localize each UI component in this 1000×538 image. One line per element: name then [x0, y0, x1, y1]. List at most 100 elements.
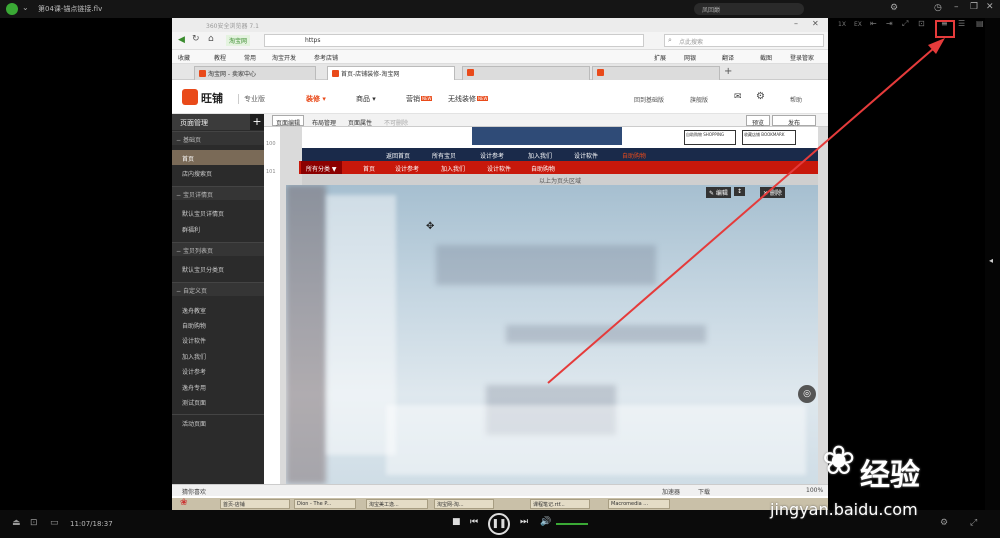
- taskbar-item[interactable]: 课程笔记.rtf...: [530, 499, 590, 509]
- restore-icon[interactable]: ❐: [970, 2, 978, 12]
- start-icon[interactable]: ❀: [180, 498, 188, 508]
- nav-mobile[interactable]: 无线装修 NEW: [448, 94, 489, 104]
- bank-button[interactable]: 网银: [684, 53, 696, 62]
- preview-button[interactable]: 预览: [746, 115, 771, 127]
- nav-marketing[interactable]: 营销 NEW: [406, 94, 433, 104]
- sidebar-item[interactable]: 自助购物: [172, 317, 264, 332]
- taskbar-item[interactable]: Macromedia ...: [608, 499, 670, 509]
- tab-blurred[interactable]: [592, 66, 720, 80]
- eject-icon[interactable]: ⏏: [12, 518, 21, 528]
- sidebar-item[interactable]: 设计软件: [172, 332, 264, 347]
- red-nav-link[interactable]: 设计参考: [395, 164, 419, 173]
- url-input[interactable]: https: [264, 34, 644, 47]
- toolbar-icon[interactable]: EX: [854, 21, 862, 28]
- tab-blurred[interactable]: [462, 66, 590, 80]
- new-tab-icon[interactable]: +: [724, 66, 732, 77]
- mail-icon[interactable]: ✉: [734, 92, 742, 102]
- player-search-input[interactable]: 凤回巅: [694, 3, 804, 15]
- sidebar-item[interactable]: 店内搜索页: [172, 165, 264, 180]
- minimize-icon[interactable]: –: [794, 19, 798, 28]
- sidebar-item-home[interactable]: 首页: [172, 150, 264, 165]
- guess-like-label[interactable]: 猜你喜欢: [182, 487, 206, 496]
- search-input[interactable]: ⌕ 点此搜索: [664, 34, 824, 47]
- navy-link[interactable]: 返回首页: [386, 151, 410, 160]
- red-nav-link[interactable]: 首页: [363, 164, 375, 173]
- taskbar-item[interactable]: Dion - The P...: [294, 499, 356, 509]
- navy-link[interactable]: 加入我们: [528, 151, 552, 160]
- fav-item[interactable]: 参考店铺: [314, 53, 338, 62]
- list-icon[interactable]: ▤: [976, 19, 984, 28]
- pause-button[interactable]: ❚❚: [488, 513, 510, 535]
- skin-icon[interactable]: ⚙: [890, 3, 898, 13]
- toolbar-icon[interactable]: ⤢: [902, 19, 908, 29]
- screen-icon[interactable]: ⊡: [30, 518, 38, 528]
- nav-decorate[interactable]: 装修 ▾: [306, 94, 326, 104]
- navy-link[interactable]: 设计参考: [480, 151, 504, 160]
- edit-module-button[interactable]: ✎ 编辑: [706, 187, 731, 198]
- translate-button[interactable]: 翻译: [722, 53, 734, 62]
- extension-button[interactable]: 扩展: [654, 53, 666, 62]
- tab-seller-center[interactable]: 淘宝网 - 卖家中心: [194, 66, 316, 80]
- navy-link[interactable]: 所有宝贝: [432, 151, 456, 160]
- sidebar-item[interactable]: 设计参考: [172, 363, 264, 378]
- add-page-button[interactable]: +: [250, 114, 264, 130]
- close-icon[interactable]: ✕: [986, 2, 994, 12]
- chevron-down-icon[interactable]: ⌄: [22, 3, 29, 12]
- toolbar-icon[interactable]: ⊡: [918, 19, 925, 28]
- move-icon[interactable]: ↕: [734, 187, 746, 196]
- tab-page-props[interactable]: 页面属性: [344, 115, 376, 127]
- fav-item[interactable]: 淘宝开发: [272, 53, 296, 62]
- sidebar-group[interactable]: − 宝贝详情页: [172, 186, 264, 200]
- flagship-link[interactable]: 旗舰版: [690, 95, 708, 104]
- taskbar-item[interactable]: 淘宝美工逸...: [366, 499, 428, 509]
- nav-products[interactable]: 商品 ▾: [356, 94, 376, 104]
- sidebar-item[interactable]: 逸舟专用: [172, 379, 264, 394]
- fav-item[interactable]: 常用: [244, 53, 256, 62]
- sidebar-item[interactable]: 默认宝贝详情页: [172, 205, 264, 220]
- tab-layout[interactable]: 布局管理: [308, 115, 340, 127]
- previous-icon[interactable]: ⏮: [470, 517, 478, 527]
- download-button[interactable]: 下载: [698, 487, 710, 496]
- red-nav-link[interactable]: 自助购物: [531, 164, 555, 173]
- fav-item[interactable]: 收藏: [178, 53, 190, 62]
- sidebar-item[interactable]: 加入我们: [172, 348, 264, 363]
- screenshot-button[interactable]: 截图: [760, 53, 772, 62]
- monitor-icon[interactable]: ▭: [50, 518, 59, 528]
- home-icon[interactable]: ⌂: [208, 34, 214, 44]
- red-nav-link[interactable]: 加入我们: [441, 164, 465, 173]
- clock-icon[interactable]: ◷: [934, 3, 942, 13]
- menu-icon[interactable]: ☰: [958, 19, 965, 28]
- sidebar-group[interactable]: − 基础页: [172, 131, 264, 145]
- toolbar-icon[interactable]: ⇥: [886, 19, 893, 28]
- tab-shop-decoration[interactable]: 首页-店铺装修-淘宝网: [327, 66, 455, 80]
- sidebar-item[interactable]: 测试页面: [172, 394, 264, 409]
- close-icon[interactable]: ✕: [812, 19, 819, 28]
- sidebar-group[interactable]: − 宝贝列表页: [172, 242, 264, 256]
- toolbar-icon[interactable]: ⇤: [870, 19, 877, 28]
- sidebar-group[interactable]: − 自定义页: [172, 282, 264, 296]
- tab-page-edit[interactable]: 页面编辑: [272, 115, 305, 127]
- sidebar-item[interactable]: 逸舟教室: [172, 302, 264, 317]
- back-icon[interactable]: ◀: [178, 35, 185, 45]
- navy-link[interactable]: 设计软件: [574, 151, 598, 160]
- volume-icon[interactable]: 🔊: [540, 517, 551, 527]
- shop-badge-bookmark[interactable]: 收藏店铺 BOOKMARK: [742, 130, 796, 145]
- sidebar-item[interactable]: 群福利: [172, 221, 264, 236]
- taskbar-item[interactable]: 淘宝网-淘...: [434, 499, 494, 509]
- accelerator-button[interactable]: 加速器: [662, 487, 680, 496]
- player-logo-icon[interactable]: [6, 3, 18, 15]
- expand-panel-icon[interactable]: ◂: [989, 256, 993, 265]
- sidebar-item-activity[interactable]: 活动页面: [172, 414, 264, 429]
- site-chip[interactable]: 淘宝网: [226, 35, 251, 46]
- help-link[interactable]: 帮助: [790, 95, 802, 104]
- stop-icon[interactable]: ■: [452, 517, 461, 527]
- next-icon[interactable]: ⏭: [520, 517, 528, 527]
- sidebar-item[interactable]: 默认宝贝分类页: [172, 261, 264, 276]
- back-to-basic-link[interactable]: 回到基础版: [634, 95, 664, 104]
- volume-slider[interactable]: [556, 523, 588, 525]
- fav-item[interactable]: 教程: [214, 53, 226, 62]
- gear-icon[interactable]: ⚙: [756, 91, 765, 102]
- minimize-icon[interactable]: –: [954, 2, 959, 12]
- navy-link[interactable]: 自助购物: [622, 151, 646, 160]
- red-nav-link[interactable]: 设计软件: [487, 164, 511, 173]
